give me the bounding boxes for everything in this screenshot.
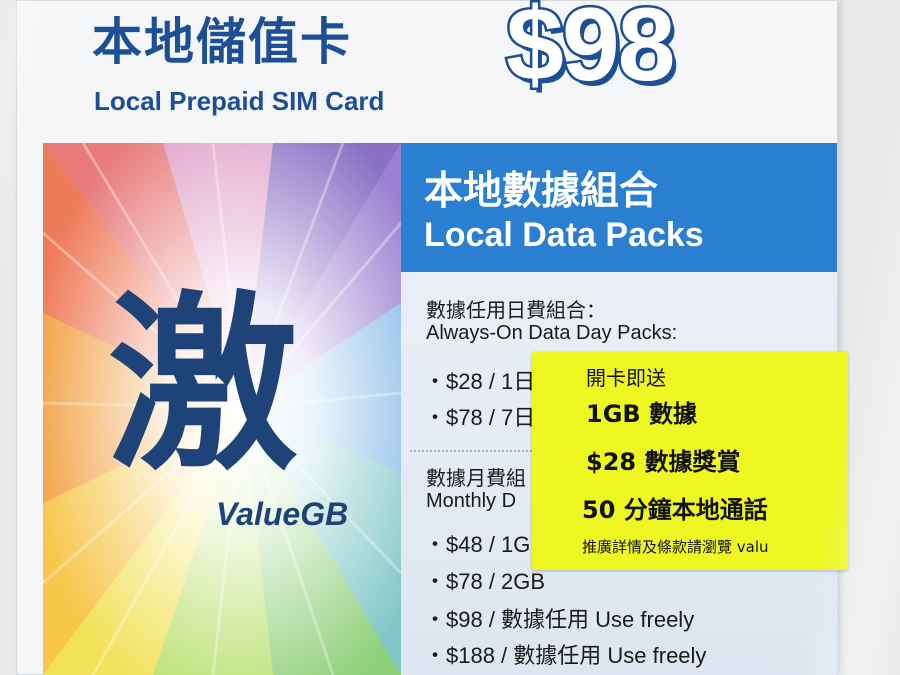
monthly-packs-heading-english: Monthly D — [426, 490, 517, 512]
promo-sticker-footer: 推廣詳情及條款請瀏覽 valu — [582, 538, 769, 556]
promo-sticker-line: $28 數據獎賞 — [586, 448, 741, 476]
card-title-chinese: 本地儲值卡 — [92, 13, 352, 71]
monthly-packs-heading-chinese: 數據月費組 — [426, 468, 526, 490]
card-title-english: Local Prepaid SIM Card — [94, 86, 385, 116]
brand-character: 激 — [108, 273, 299, 496]
monthly-pack-item: ・$188 / 數據任用 Use freely — [424, 643, 707, 668]
promo-sticker-header: 開卡即送 — [586, 366, 666, 390]
promo-sticker-line: 1GB 數據 — [586, 400, 698, 428]
monthly-pack-item: ・$48 / 1G — [424, 532, 531, 557]
monthly-pack-item: ・$78 / 2GB — [424, 569, 546, 594]
data-packs-heading-english: Local Data Packs — [424, 216, 704, 254]
card-price: $98 — [504, 0, 679, 106]
promo-sticker-line: 50 分鐘本地通話 — [582, 496, 768, 524]
day-pack-item: ・$78 / 7日 — [424, 405, 536, 430]
day-packs-heading-chinese: 數據任用日費組合： — [426, 300, 606, 322]
day-pack-item: ・$28 / 1日 — [424, 369, 536, 394]
monthly-pack-item: ・$98 / 數據任用 Use freely — [424, 607, 695, 632]
brand-name: ValueGB — [216, 496, 349, 532]
promo-sticker: 開卡即送 1GB 數據 $28 數據獎賞 50 分鐘本地通話 推廣詳情及條款請瀏… — [532, 352, 848, 570]
day-packs-heading-english: Always-On Data Day Packs: — [426, 322, 678, 344]
data-packs-heading-chinese: 本地數據組合 — [424, 169, 659, 214]
